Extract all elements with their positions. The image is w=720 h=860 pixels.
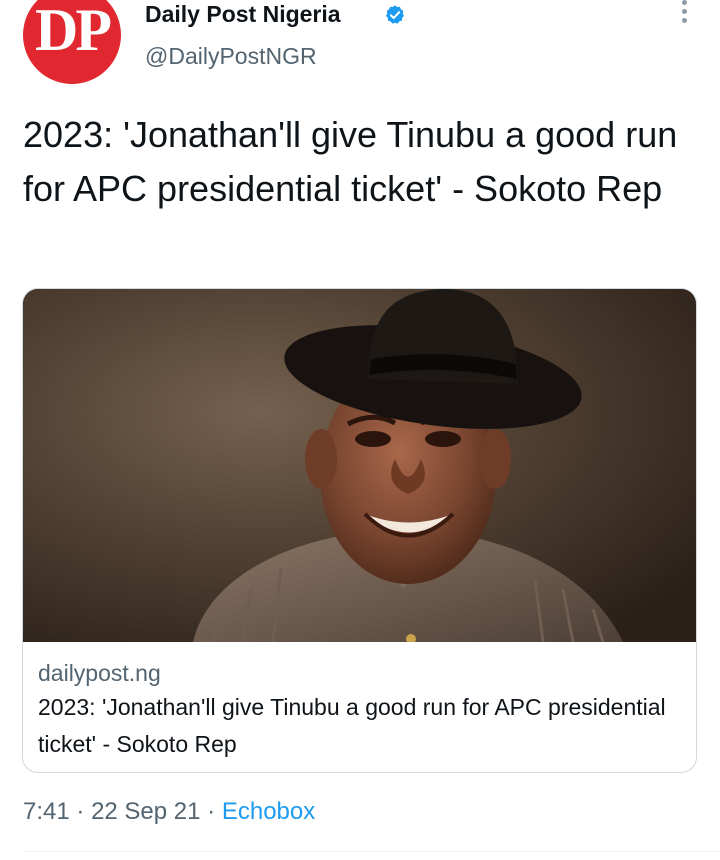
tweet-time[interactable]: 7:41 [23, 798, 70, 825]
avatar[interactable]: DP [23, 0, 121, 84]
meta-separator: · [207, 798, 216, 825]
verified-badge-icon [386, 5, 404, 24]
tweet-date[interactable]: 22 Sep 21 [91, 798, 200, 825]
account-handle[interactable]: @DailyPostNGR [145, 42, 317, 70]
tweet-text: 2023: 'Jonathan'll give Tinubu a good ru… [23, 114, 678, 209]
portrait-photo-icon [23, 289, 696, 642]
tweet-meta: 7:41 · 22 Sep 21 · Echobox [23, 796, 315, 828]
card-image[interactable] [23, 289, 696, 642]
more-options-icon[interactable] [672, 0, 696, 26]
tweet-source-link[interactable]: Echobox [222, 798, 315, 825]
account-name[interactable]: Daily Post Nigeria [145, 0, 341, 28]
divider [23, 851, 720, 852]
meta-separator: · [76, 798, 85, 825]
link-preview-card[interactable]: dailypost.ng 2023: 'Jonathan'll give Tin… [22, 288, 697, 773]
card-domain: dailypost.ng [38, 660, 161, 686]
tweet-header: DP Daily Post Nigeria @DailyPostNGR [0, 0, 720, 90]
card-title: 2023: 'Jonathan'll give Tinubu a good ru… [38, 694, 666, 757]
avatar-logo-text: DP [35, 0, 112, 63]
